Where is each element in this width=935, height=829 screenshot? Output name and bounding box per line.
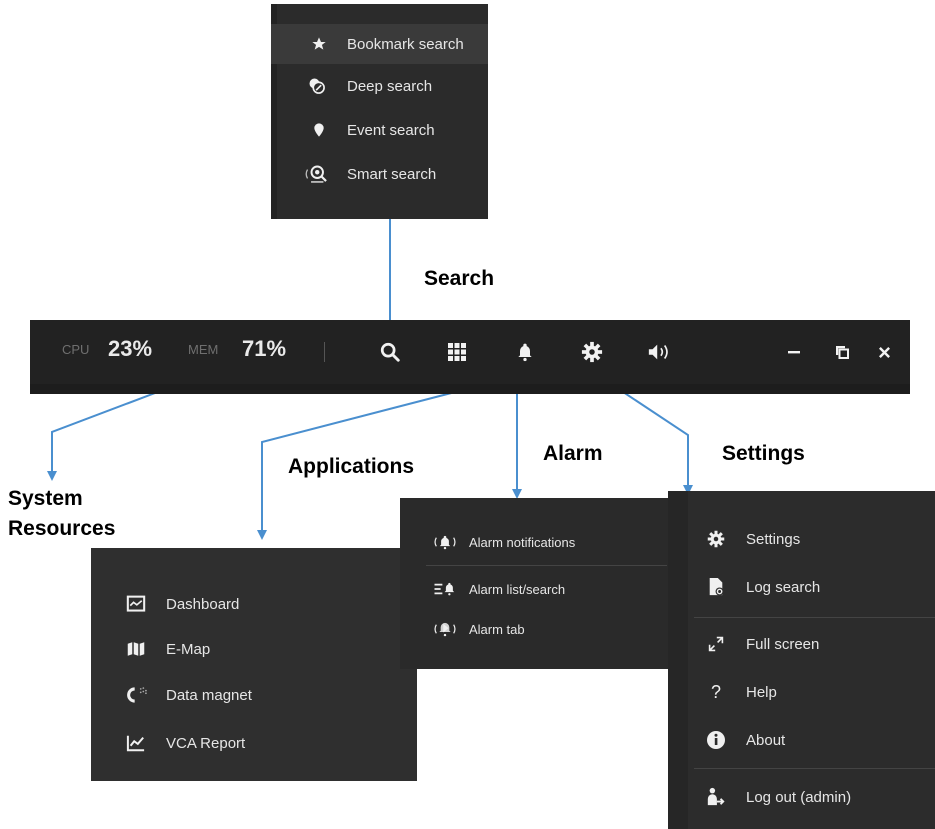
search-menu: Bookmark search Deep search Event search… <box>271 4 488 219</box>
search-icon <box>379 341 401 363</box>
alarm-menu-divider <box>426 565 667 566</box>
mem-value: 71% <box>242 336 287 361</box>
gear-icon <box>581 341 603 363</box>
applications-menu: Dashboard E-Map Data magnet VCA Report <box>91 548 417 781</box>
fullscreen-icon <box>704 632 728 656</box>
menu-item-label: About <box>746 731 786 749</box>
system-resources-arrow <box>47 389 164 481</box>
alarm-tab-icon <box>430 617 460 641</box>
menu-item-logout[interactable]: Log out (admin) <box>668 777 935 817</box>
menu-item-full-screen[interactable]: Full screen <box>668 624 935 664</box>
menu-item-vca-report[interactable]: VCA Report <box>91 723 417 763</box>
cpu-value: 23% <box>108 336 153 361</box>
settings-callout: Settings <box>722 442 805 465</box>
menu-item-data-magnet[interactable]: Data magnet <box>91 675 417 715</box>
restore-icon <box>835 345 849 359</box>
menu-item-emap[interactable]: E-Map <box>91 629 417 669</box>
cpu-label: CPU <box>62 342 90 357</box>
system-resources-callout: System Resources <box>8 484 115 544</box>
menu-item-label: Alarm notifications <box>469 534 576 550</box>
menu-item-label: Alarm list/search <box>469 581 566 597</box>
logout-icon <box>704 785 728 809</box>
log-search-icon <box>704 575 728 599</box>
settings-button[interactable] <box>574 334 610 370</box>
applications-callout: Applications <box>288 455 415 478</box>
magnet-icon <box>124 683 154 707</box>
menu-item-deep-search[interactable]: Deep search <box>271 66 488 106</box>
toolbar-divider <box>324 342 325 362</box>
settings-menu-divider <box>694 768 935 769</box>
menu-item-label: Log search <box>746 578 821 596</box>
volume-icon <box>647 342 673 362</box>
menu-item-label: Alarm tab <box>469 621 525 637</box>
alarm-callout: Alarm <box>543 442 603 465</box>
smart-search-icon <box>303 162 335 186</box>
grid-icon <box>447 342 467 362</box>
info-icon <box>704 728 728 752</box>
alarm-menu: Alarm notifications Alarm list/search Al… <box>400 498 685 669</box>
system-resources-line1: System <box>8 487 83 510</box>
settings-arrow <box>604 379 693 495</box>
chart-icon <box>124 731 148 755</box>
menu-item-about[interactable]: About <box>668 720 935 760</box>
map-icon <box>124 637 148 661</box>
menu-item-label: Full screen <box>746 635 820 653</box>
volume-button[interactable] <box>642 334 678 370</box>
menu-item-label: Help <box>746 683 777 701</box>
menu-item-label: Log out (admin) <box>746 788 852 806</box>
menu-item-label: Event search <box>347 121 435 139</box>
applications-button[interactable] <box>439 334 475 370</box>
mem-label: MEM <box>188 342 219 357</box>
menu-item-alarm-tab[interactable]: Alarm tab <box>400 609 685 649</box>
menu-item-label: Smart search <box>347 165 437 183</box>
settings-menu: Settings Log search Full screen ? Help A… <box>668 491 935 829</box>
minimize-icon <box>787 345 801 359</box>
alarm-list-icon <box>430 577 460 601</box>
menu-item-label: Deep search <box>347 77 433 95</box>
menu-item-bookmark-search[interactable]: Bookmark search <box>271 24 488 64</box>
menu-item-alarm-list-search[interactable]: Alarm list/search <box>400 569 685 609</box>
menu-item-log-search[interactable]: Log search <box>668 567 935 607</box>
deep-search-icon <box>305 74 329 98</box>
menu-item-alarm-notifications[interactable]: Alarm notifications <box>400 522 685 562</box>
system-resources-line2: Resources <box>8 517 116 540</box>
menu-item-label: Settings <box>746 530 801 548</box>
menu-item-label: VCA Report <box>166 734 246 752</box>
minimize-button[interactable] <box>776 334 812 370</box>
restore-button[interactable] <box>824 334 860 370</box>
alarm-bell-icon <box>430 530 460 554</box>
menu-item-label: Dashboard <box>166 595 240 613</box>
gear-icon <box>704 527 728 551</box>
main-toolbar: CPU 23% MEM 71% <box>30 320 910 394</box>
menu-item-help[interactable]: ? Help <box>668 672 935 712</box>
menu-item-label: E-Map <box>166 640 211 658</box>
settings-menu-divider <box>694 617 935 618</box>
dashboard-icon <box>124 592 148 616</box>
close-button[interactable] <box>866 334 902 370</box>
close-icon <box>878 346 891 359</box>
menu-item-label: Bookmark search <box>347 35 464 53</box>
star-icon <box>307 32 331 56</box>
menu-item-settings[interactable]: Settings <box>668 519 935 559</box>
menu-item-dashboard[interactable]: Dashboard <box>91 584 417 624</box>
bell-icon <box>515 341 535 363</box>
menu-item-event-search[interactable]: Event search <box>271 110 488 150</box>
search-button[interactable] <box>372 334 408 370</box>
menu-item-label: Data magnet <box>166 686 252 704</box>
search-callout: Search <box>424 267 495 290</box>
alarm-button[interactable] <box>507 334 543 370</box>
toolbar-bar: CPU 23% MEM 71% <box>30 320 910 384</box>
help-icon: ? <box>710 681 721 702</box>
pin-icon <box>307 118 331 142</box>
menu-item-smart-search[interactable]: Smart search <box>271 154 488 194</box>
